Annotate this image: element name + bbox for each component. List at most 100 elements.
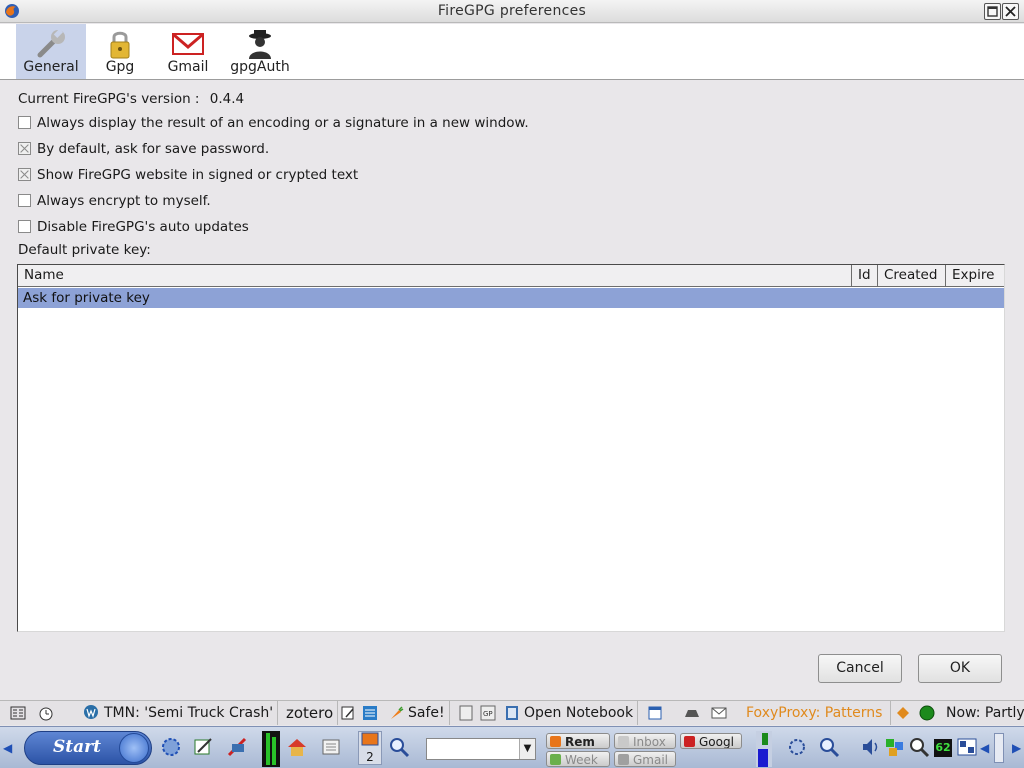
checkbox-new-window[interactable] <box>18 116 31 129</box>
pane-general-label: General <box>23 59 79 75</box>
ok-button[interactable]: OK <box>918 654 1002 683</box>
week-task-icon <box>550 754 561 765</box>
gmail-icon <box>172 33 204 55</box>
close-icon <box>1005 6 1016 17</box>
task-week[interactable]: Week <box>546 751 610 767</box>
task-firefox[interactable]: Rem <box>546 733 610 749</box>
taskbar-scroll-handle[interactable] <box>994 733 1004 763</box>
inbox-task-icon <box>618 736 629 747</box>
close-button[interactable] <box>1002 3 1019 20</box>
cpu-meter-icon <box>262 731 280 767</box>
run-command-input[interactable]: ▼ <box>426 738 536 760</box>
statusbar-tmn[interactable]: TMN: 'Semi Truck Crash' <box>78 701 279 725</box>
checkbox-disable-auto-updates[interactable] <box>18 220 31 233</box>
task-week-label: Week <box>565 753 598 767</box>
column-header-expire[interactable]: Expire <box>946 265 1004 286</box>
column-header-id[interactable]: Id <box>852 265 878 286</box>
pane-gmail[interactable]: Gmail <box>160 24 216 79</box>
wordpress-icon <box>84 705 98 719</box>
files-icon[interactable] <box>320 736 342 758</box>
maximize-icon <box>987 6 998 17</box>
private-key-list[interactable]: Name Id Created Expire Ask for private k… <box>17 264 1005 632</box>
padlock-icon <box>110 31 130 59</box>
system-taskbar: ◀ Start 2 ▼ Rem Inbox Googl Week Gmail 6… <box>0 726 1024 768</box>
statusbar-safe[interactable]: Safe! <box>384 701 450 725</box>
workspace-number: 2 <box>366 750 374 764</box>
kde-desktop-icon[interactable] <box>956 736 978 758</box>
volume-icon[interactable] <box>860 736 882 758</box>
network-icon[interactable] <box>226 736 248 758</box>
private-key-label: Default private key: <box>18 242 151 258</box>
statusbar-safe-text: Safe! <box>408 705 445 721</box>
checkbox-save-password[interactable] <box>18 142 31 155</box>
find-icon[interactable] <box>818 736 840 758</box>
firegpg-status-icon[interactable]: GP <box>480 705 496 721</box>
pane-gpg-label: Gpg <box>105 59 135 75</box>
statusbar-open-notebook-text: Open Notebook <box>524 705 634 721</box>
svg-text:GP: GP <box>483 710 493 718</box>
notepad-icon[interactable] <box>340 705 356 721</box>
gpgauth-agent-icon <box>249 30 271 59</box>
start-button[interactable]: Start <box>24 731 152 765</box>
sync-icon[interactable] <box>362 705 378 721</box>
checkbox-encrypt-to-myself-label[interactable]: Always encrypt to myself. <box>37 193 211 209</box>
checkbox-encrypt-to-myself[interactable] <box>18 194 31 207</box>
taskbar-right-arrow-icon[interactable]: ▶ <box>1012 741 1021 755</box>
search-zoom-icon[interactable] <box>388 736 410 758</box>
key-row-name: Ask for private key <box>23 290 150 306</box>
fox-icon[interactable] <box>895 705 911 721</box>
statusbar-tmn-text: TMN: 'Semi Truck Crash' <box>104 705 274 721</box>
pane-gpgauth-label: gpgAuth <box>230 59 290 75</box>
task-inbox[interactable]: Inbox <box>614 733 676 749</box>
pager-thumb-icon <box>361 732 379 746</box>
checkbox-save-password-label[interactable]: By default, ask for save password. <box>37 141 269 157</box>
kde-gear-icon[interactable] <box>160 736 182 758</box>
statusbar-open-notebook[interactable]: Open Notebook <box>500 701 639 725</box>
taskbar-left-arrow-icon[interactable]: ◀ <box>3 741 12 755</box>
task-gmail-label: Gmail <box>633 753 669 767</box>
column-header-name[interactable]: Name <box>18 265 852 286</box>
pane-gpg[interactable]: Gpg <box>92 24 148 79</box>
start-label: Start <box>53 737 101 757</box>
timer-icon[interactable] <box>38 705 54 721</box>
gmail-task-icon <box>618 754 629 765</box>
statusbar-foxyproxy[interactable]: FoxyProxy: Patterns <box>738 701 892 725</box>
checkbox-show-website[interactable] <box>18 168 31 181</box>
calendar-icon[interactable] <box>647 705 663 721</box>
spy-hat-icon[interactable] <box>684 705 700 721</box>
key-list-header: Name Id Created Expire <box>18 265 1004 287</box>
dropdown-arrow-icon[interactable]: ▼ <box>519 739 535 759</box>
statusbar-zotero[interactable]: zotero <box>282 701 339 725</box>
version-value: 0.4.4 <box>209 91 245 107</box>
tray-counter[interactable]: 62 <box>934 739 952 757</box>
magnifier-icon[interactable] <box>908 736 930 758</box>
document-icon[interactable] <box>458 705 474 721</box>
task-google[interactable]: Googl <box>680 733 742 749</box>
checkbox-disable-auto-updates-label[interactable]: Disable FireGPG's auto updates <box>37 219 249 235</box>
settings-gear-icon[interactable] <box>786 736 808 758</box>
paw-icon <box>119 733 149 763</box>
maximize-button[interactable] <box>984 3 1001 20</box>
carrot-icon <box>391 706 404 719</box>
tray-left-arrow-icon[interactable]: ◀ <box>980 741 989 755</box>
network-meter-icon <box>756 731 772 767</box>
workspace-pager[interactable]: 2 <box>358 731 382 765</box>
pane-gpgauth[interactable]: gpgAuth <box>226 24 294 79</box>
status-green-icon[interactable] <box>919 705 935 721</box>
color-blocks-icon[interactable] <box>884 736 906 758</box>
table-row[interactable]: Ask for private key <box>18 288 1004 308</box>
window-titlebar[interactable]: FireGPG preferences <box>0 0 1024 23</box>
column-header-created[interactable]: Created <box>878 265 946 286</box>
home-icon[interactable] <box>286 736 308 758</box>
checkbox-new-window-label[interactable]: Always display the result of an encoding… <box>37 115 529 131</box>
window-title: FireGPG preferences <box>437 3 587 19</box>
checkbox-show-website-label[interactable]: Show FireGPG website in signed or crypte… <box>37 167 358 183</box>
pane-general[interactable]: General <box>16 24 86 79</box>
mail-icon[interactable] <box>711 705 727 721</box>
cancel-button[interactable]: Cancel <box>818 654 902 683</box>
statusbar-weather[interactable]: Now: Partly <box>940 701 1024 725</box>
editor-icon[interactable] <box>192 736 214 758</box>
layout-icon[interactable] <box>10 705 26 721</box>
task-gmail[interactable]: Gmail <box>614 751 676 767</box>
notebook-icon <box>506 706 518 720</box>
